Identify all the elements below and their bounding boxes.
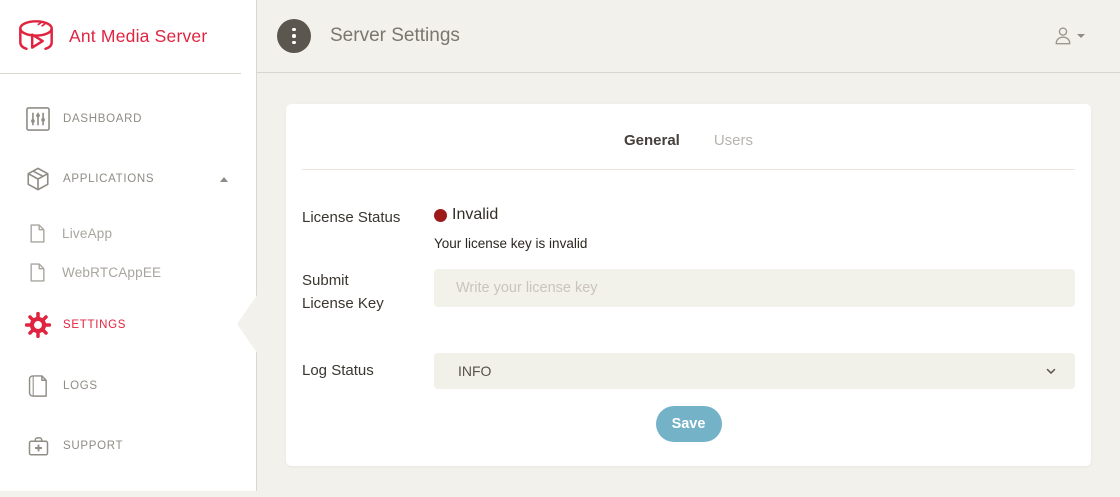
license-key-label: Submit License Key: [302, 269, 402, 316]
collapse-up-icon[interactable]: [220, 177, 228, 182]
chevron-down-icon: [1077, 34, 1085, 38]
kebab-menu-icon[interactable]: [277, 19, 311, 53]
page-title: Server Settings: [330, 25, 460, 47]
sidebar-item-label: WebRTCAppEE: [62, 265, 161, 280]
applications-icon: [24, 166, 52, 192]
sidebar: Ant Media Server DASHBOARD: [0, 0, 257, 491]
log-status-label: Log Status: [302, 362, 402, 380]
active-item-notch: [237, 295, 257, 353]
sidebar-item-applications[interactable]: APPLICATIONS: [0, 164, 256, 194]
settings-card: General Users License Status Invalid You…: [286, 104, 1091, 466]
status-dot-icon: [434, 209, 447, 222]
sidebar-item-label: APPLICATIONS: [63, 173, 154, 185]
sidebar-item-label: DASHBOARD: [63, 113, 142, 125]
license-status-label: License Status: [302, 206, 402, 251]
sidebar-nav: DASHBOARD APPLICATIONS LiveAp: [0, 73, 256, 461]
dashboard-icon: [24, 106, 52, 132]
brand-name: Ant Media Server: [69, 26, 207, 47]
main-pane: Server Settings General Users License St…: [257, 0, 1120, 491]
sidebar-item-settings[interactable]: SETTINGS: [0, 310, 256, 340]
license-status-description: Your license key is invalid: [434, 236, 1075, 251]
license-key-input[interactable]: [434, 269, 1075, 307]
support-icon: [24, 434, 52, 458]
save-button[interactable]: Save: [656, 406, 722, 442]
license-status-field: Invalid Your license key is invalid: [434, 206, 1075, 251]
sidebar-item-label: SUPPORT: [63, 440, 123, 452]
log-status-field: INFO: [434, 353, 1075, 389]
sidebar-item-label: SETTINGS: [63, 319, 126, 331]
gear-icon: [24, 311, 52, 339]
sidebar-divider: [0, 73, 241, 74]
user-menu[interactable]: [1052, 25, 1085, 47]
topbar: Server Settings: [257, 0, 1120, 73]
file-icon: [28, 224, 46, 243]
logs-icon: [24, 374, 52, 399]
content-area: General Users License Status Invalid You…: [257, 73, 1120, 497]
sidebar-item-label: LOGS: [63, 380, 98, 392]
log-status-row: Log Status INFO: [302, 353, 1075, 389]
license-status-row: License Status Invalid Your license key …: [302, 206, 1075, 251]
sidebar-item-logs[interactable]: LOGS: [0, 371, 256, 401]
tab-users[interactable]: Users: [714, 132, 753, 149]
file-icon: [28, 263, 46, 282]
ant-media-logo-icon: [13, 18, 59, 56]
user-icon: [1052, 25, 1074, 47]
license-status-line: Invalid: [434, 206, 1075, 224]
sidebar-item-label: LiveApp: [62, 226, 112, 241]
save-row: Save: [302, 406, 1075, 442]
license-key-field: [434, 269, 1075, 316]
license-status-value: Invalid: [452, 206, 498, 224]
log-status-select[interactable]: INFO: [434, 353, 1075, 389]
brand-logo[interactable]: Ant Media Server: [0, 0, 256, 73]
sidebar-item-dashboard[interactable]: DASHBOARD: [0, 104, 256, 134]
sidebar-item-support[interactable]: SUPPORT: [0, 431, 256, 461]
settings-form: License Status Invalid Your license key …: [286, 206, 1091, 442]
tab-bar: General Users: [302, 104, 1075, 170]
sidebar-item-liveapp[interactable]: LiveApp: [0, 218, 256, 248]
tab-general[interactable]: General: [624, 132, 680, 149]
license-key-row: Submit License Key: [302, 269, 1075, 316]
sidebar-item-webrtcappee[interactable]: WebRTCAppEE: [0, 257, 256, 287]
